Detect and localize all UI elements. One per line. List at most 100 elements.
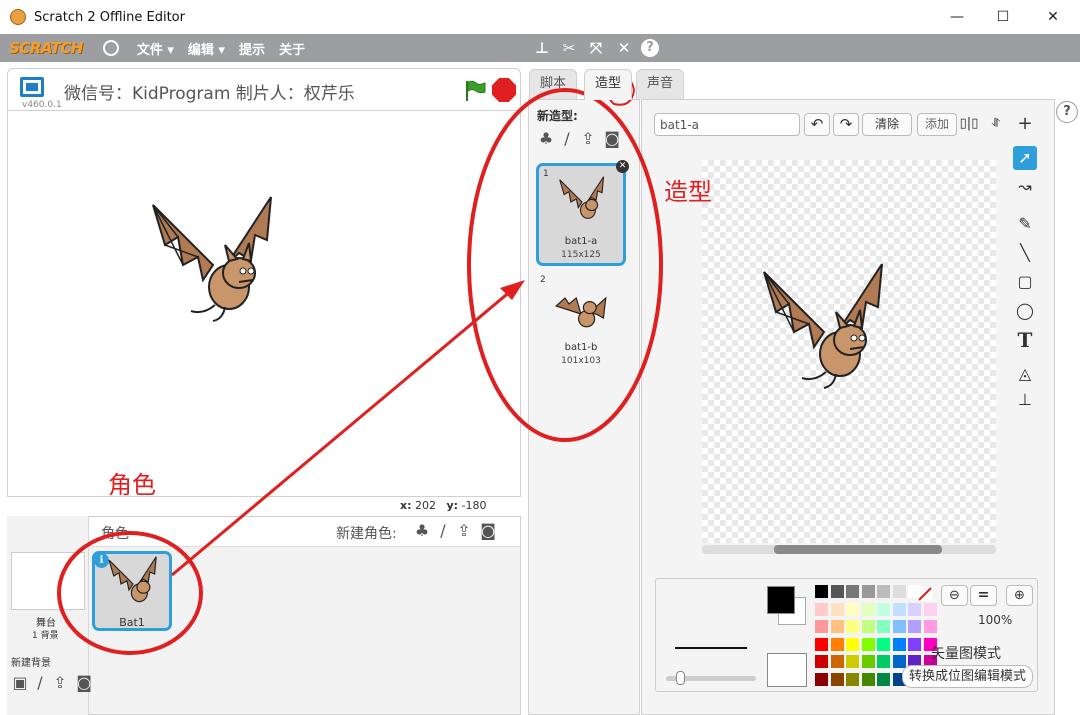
color-swatch[interactable] bbox=[923, 602, 937, 616]
color-swatch[interactable] bbox=[892, 585, 906, 598]
menu-file[interactable]: 文件 ▾ bbox=[137, 39, 174, 58]
pencil-icon[interactable]: ✎ bbox=[1013, 212, 1037, 236]
fill-bucket-icon[interactable]: ◬ bbox=[1013, 362, 1037, 386]
help-button[interactable]: ? bbox=[1056, 101, 1078, 123]
set-center-icon[interactable]: + bbox=[1012, 113, 1038, 136]
color-swatch[interactable] bbox=[846, 620, 859, 633]
color-spectrum-picker[interactable] bbox=[767, 653, 807, 687]
color-swatch[interactable] bbox=[877, 620, 890, 633]
color-swatch[interactable] bbox=[830, 637, 844, 651]
color-swatch[interactable] bbox=[892, 637, 906, 651]
scratch-logo[interactable]: SCRATCH bbox=[9, 39, 83, 57]
close-button[interactable]: ✕ bbox=[1030, 0, 1076, 34]
color-swatch[interactable] bbox=[830, 602, 844, 616]
zoom-reset-icon[interactable]: = bbox=[970, 585, 997, 606]
color-swatch[interactable] bbox=[861, 672, 875, 686]
maximize-button[interactable]: ☐ bbox=[980, 0, 1026, 34]
color-swatch[interactable] bbox=[923, 620, 937, 633]
add-button[interactable]: 添加 bbox=[917, 113, 957, 136]
color-swatch[interactable] bbox=[815, 620, 828, 633]
duplicate-icon[interactable]: ⊥ bbox=[531, 37, 553, 59]
tab-scripts[interactable]: 脚本 bbox=[529, 69, 578, 99]
language-globe-icon[interactable] bbox=[102, 40, 119, 56]
color-swatch[interactable] bbox=[861, 655, 875, 668]
ellipse-tool-icon[interactable]: ◯ bbox=[1013, 299, 1037, 323]
color-swatch[interactable] bbox=[877, 637, 890, 651]
upload-sprite-icon[interactable]: ⇪ bbox=[455, 522, 473, 540]
color-swatch[interactable] bbox=[908, 602, 921, 616]
sprite-thumbnail-bat1[interactable]: i Bat1 bbox=[92, 551, 172, 631]
drawing-canvas[interactable] bbox=[702, 160, 996, 543]
paint-sprite-icon[interactable]: / bbox=[437, 522, 449, 540]
help-icon[interactable]: ? bbox=[641, 39, 659, 57]
green-flag-icon[interactable] bbox=[463, 79, 487, 103]
grow-icon[interactable]: ⤧ bbox=[585, 37, 607, 59]
color-swatch[interactable] bbox=[908, 620, 921, 633]
color-swatch[interactable] bbox=[830, 585, 844, 598]
undo-icon[interactable]: ↶ bbox=[804, 113, 830, 136]
camera-backdrop-icon[interactable]: ◙ bbox=[75, 674, 93, 692]
costume-library-icon[interactable]: ♣ bbox=[537, 130, 555, 148]
reshape-icon[interactable]: ↝ bbox=[1013, 175, 1037, 199]
costume-item-bat1-b[interactable]: 2 bat1-b 101x103 bbox=[536, 272, 626, 375]
color-swatch[interactable] bbox=[892, 620, 906, 633]
delete-icon[interactable]: ✂ bbox=[558, 37, 580, 59]
color-swatch[interactable] bbox=[846, 655, 859, 668]
color-swatch[interactable] bbox=[861, 585, 875, 598]
color-swatch[interactable] bbox=[892, 655, 906, 668]
color-swatch[interactable] bbox=[815, 602, 828, 616]
fullscreen-icon[interactable] bbox=[20, 77, 44, 97]
primary-color-swatch[interactable] bbox=[767, 586, 795, 614]
color-swatch[interactable] bbox=[908, 637, 921, 651]
tab-costumes[interactable]: 造型 bbox=[584, 69, 633, 100]
scrollbar-thumb[interactable] bbox=[774, 545, 942, 554]
color-swatch[interactable] bbox=[830, 672, 844, 686]
menu-tips[interactable]: 提示 bbox=[239, 39, 265, 58]
zoom-out-icon[interactable]: ⊖ bbox=[941, 585, 968, 606]
clear-button[interactable]: 清除 bbox=[862, 113, 912, 136]
bat-costume-drawing[interactable] bbox=[754, 262, 894, 402]
stamp-tool-icon[interactable]: ⊥ bbox=[1013, 388, 1037, 412]
draw-backdrop-icon[interactable]: / bbox=[35, 674, 45, 692]
paint-backdrop-image-icon[interactable]: ▣ bbox=[11, 674, 29, 692]
color-swatch[interactable] bbox=[815, 637, 828, 651]
color-swatch[interactable] bbox=[846, 672, 859, 686]
costume-name-input[interactable] bbox=[654, 113, 800, 136]
transparent-swatch[interactable] bbox=[917, 587, 933, 601]
color-swatch[interactable] bbox=[861, 620, 875, 633]
color-swatch[interactable] bbox=[892, 602, 906, 616]
flip-vertical-icon[interactable]: ⥯ bbox=[984, 113, 1008, 136]
color-swatch[interactable] bbox=[846, 637, 859, 651]
paint-costume-icon[interactable]: / bbox=[561, 130, 573, 148]
color-swatch[interactable] bbox=[861, 637, 875, 651]
stop-icon[interactable] bbox=[492, 78, 516, 102]
color-swatch[interactable] bbox=[877, 585, 890, 598]
line-tool-icon[interactable]: ╲ bbox=[1013, 241, 1037, 265]
menu-about[interactable]: 关于 bbox=[279, 39, 305, 58]
costume-item-bat1-a[interactable]: 1 ✕ bat1-a 115x125 bbox=[536, 160, 629, 266]
select-arrow-icon[interactable]: ➚ bbox=[1013, 146, 1037, 170]
upload-costume-icon[interactable]: ⇪ bbox=[579, 130, 597, 148]
redo-icon[interactable]: ↷ bbox=[833, 113, 859, 136]
zoom-in-icon[interactable]: ⊕ bbox=[1006, 585, 1033, 606]
rectangle-tool-icon[interactable]: ▢ bbox=[1013, 270, 1037, 294]
bat-sprite[interactable] bbox=[143, 195, 283, 335]
color-swatch[interactable] bbox=[846, 585, 859, 598]
camera-sprite-icon[interactable]: ◙ bbox=[479, 522, 497, 540]
shrink-icon[interactable]: ✕ bbox=[613, 37, 635, 59]
minimize-button[interactable]: — bbox=[934, 0, 980, 34]
color-swatch[interactable] bbox=[830, 620, 844, 633]
stage-canvas[interactable] bbox=[7, 110, 521, 497]
text-tool-icon[interactable]: T bbox=[1013, 328, 1037, 352]
color-swatch[interactable] bbox=[877, 655, 890, 668]
camera-costume-icon[interactable]: ◙ bbox=[603, 130, 621, 148]
delete-costume-icon[interactable]: ✕ bbox=[616, 160, 629, 173]
color-swatch[interactable] bbox=[877, 672, 890, 686]
stage-thumbnail[interactable] bbox=[11, 552, 85, 610]
upload-backdrop-icon[interactable]: ⇪ bbox=[51, 674, 69, 692]
import-icon[interactable]: ▯|▯ bbox=[956, 113, 982, 136]
color-swatch[interactable] bbox=[815, 655, 828, 668]
convert-to-bitmap-button[interactable]: 转换成位图编辑模式 bbox=[902, 665, 1033, 688]
color-swatch[interactable] bbox=[815, 672, 828, 686]
line-width-slider-knob[interactable] bbox=[676, 671, 685, 685]
